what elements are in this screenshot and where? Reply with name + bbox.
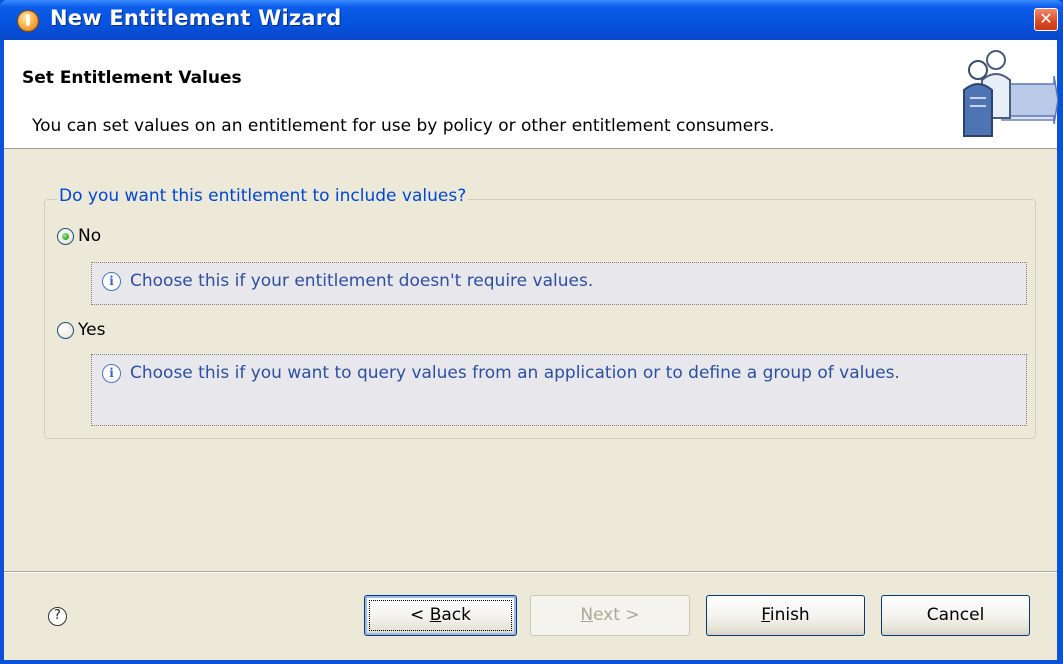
radio-no-button[interactable] [57, 227, 74, 245]
values-question-group: Do you want this entitlement to include … [44, 186, 1036, 439]
page-description: You can set values on an entitlement for… [32, 116, 775, 136]
wizard-footer: ? < Back Next > Finish Cancel [4, 573, 1057, 660]
back-label-rest: ack [441, 605, 471, 625]
info-icon: i [102, 364, 121, 383]
finish-label-rest: inish [769, 605, 810, 625]
cancel-button[interactable]: Cancel [881, 595, 1030, 636]
help-icon[interactable]: ? [48, 607, 67, 626]
info-text-no: Choose this if your entitlement doesn't … [130, 271, 594, 291]
close-icon[interactable]: ✕ [1034, 8, 1058, 31]
info-icon: i [102, 272, 121, 291]
next-label-rest: ext > [593, 605, 640, 625]
page-title: Set Entitlement Values [22, 68, 242, 88]
radio-option-yes[interactable]: Yes [57, 320, 105, 340]
wizard-content: Do you want this entitlement to include … [4, 149, 1057, 572]
info-box-no: i Choose this if your entitlement doesn'… [91, 262, 1027, 305]
next-button[interactable]: Next > [530, 595, 690, 636]
back-mnemonic: B [429, 605, 442, 625]
radio-yes-label[interactable]: Yes [78, 320, 105, 340]
radio-option-no[interactable]: No [57, 226, 101, 246]
radio-yes-button[interactable] [57, 321, 74, 339]
title-bar[interactable]: New Entitlement Wizard ✕ [0, 0, 1063, 40]
radio-no-label[interactable]: No [78, 226, 101, 246]
wizard-banner: Set Entitlement Values You can set value… [4, 40, 1057, 149]
app-icon [17, 10, 39, 32]
wizard-window: New Entitlement Wizard ✕ Set Entitlement… [0, 0, 1063, 664]
info-text-yes: Choose this if you want to query values … [130, 363, 900, 383]
group-legend: Do you want this entitlement to include … [57, 186, 469, 206]
next-mnemonic: N [580, 605, 594, 625]
finish-mnemonic: F [761, 605, 770, 625]
back-prefix: < [410, 605, 430, 625]
back-button[interactable]: < Back [364, 595, 517, 636]
window-title: New Entitlement Wizard [50, 6, 342, 30]
info-box-yes: i Choose this if you want to query value… [91, 354, 1027, 426]
finish-button[interactable]: Finish [706, 595, 865, 636]
wizard-users-graphic [963, 50, 1058, 137]
